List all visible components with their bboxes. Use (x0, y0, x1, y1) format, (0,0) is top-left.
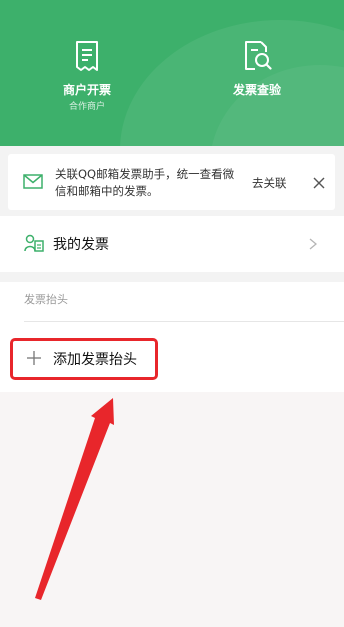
invoice-search-icon (245, 41, 272, 70)
close-icon[interactable] (313, 177, 325, 189)
merchant-invoicing-subtitle: 合作商户 (68, 102, 105, 112)
plus-icon (27, 351, 41, 365)
invoice-page: 商户开票 合作商户 发票查验 关联QQ邮箱发票助手，统一查看微信和邮箱中的发票。… (0, 0, 344, 627)
invoice-verification-button[interactable]: 发票查验 (197, 40, 317, 98)
divider (24, 321, 344, 322)
invoice-title-section-label: 发票抬头 (24, 293, 68, 306)
mail-icon (23, 174, 43, 189)
receipt-icon (76, 41, 98, 71)
person-invoice-icon (24, 234, 44, 252)
chevron-right-icon (309, 238, 317, 250)
section-gap (0, 272, 344, 282)
header-banner: 商户开票 合作商户 发票查验 (0, 0, 344, 146)
invoice-verification-title: 发票查验 (232, 83, 281, 97)
add-invoice-title-button[interactable]: 添加发票抬头 (10, 338, 158, 380)
merchant-invoicing-title: 商户开票 (62, 83, 111, 97)
add-invoice-title-label: 添加发票抬头 (53, 352, 137, 368)
qq-mail-notice: 关联QQ邮箱发票助手，统一查看微信和邮箱中的发票。 去关联 (8, 154, 335, 210)
link-mail-button[interactable]: 去关联 (252, 175, 287, 191)
merchant-invoicing-button[interactable]: 商户开票 合作商户 (27, 40, 147, 114)
notice-text: 关联QQ邮箱发票助手，统一查看微信和邮箱中的发票。 (55, 167, 235, 198)
empty-area (0, 392, 344, 627)
my-invoices-row[interactable]: 我的发票 (0, 216, 344, 272)
my-invoices-label: 我的发票 (53, 237, 109, 253)
